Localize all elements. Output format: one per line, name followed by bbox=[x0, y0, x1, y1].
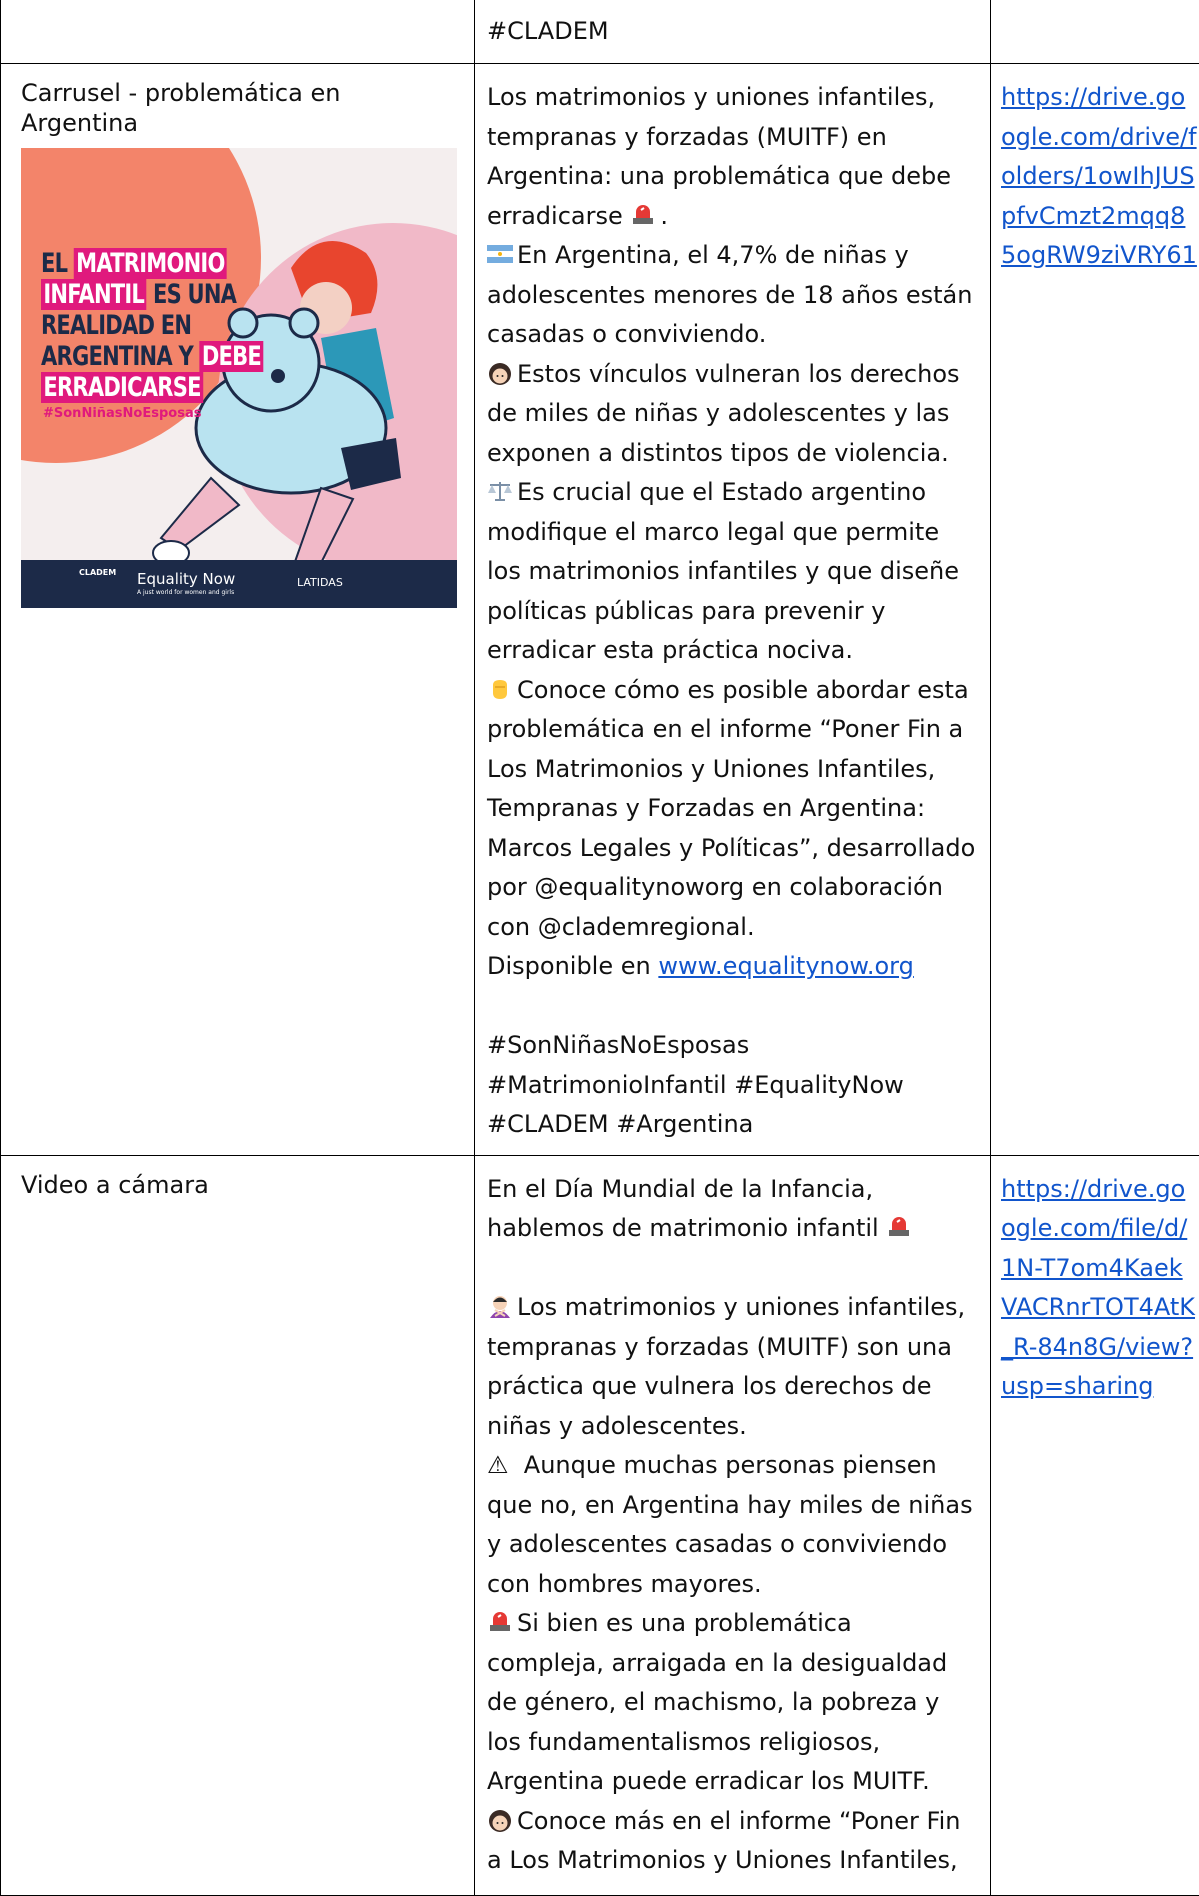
table-row: Carrusel - problemática en Argentina bbox=[1, 64, 1199, 1156]
table-cell[interactable]: Video a cámara bbox=[1, 1155, 475, 1895]
girl-icon bbox=[487, 361, 513, 385]
drive-folder-link[interactable]: https://drive.google.com/drive/folders/1… bbox=[1001, 83, 1197, 269]
row-title: Video a cámara bbox=[21, 1170, 460, 1200]
table-cell[interactable]: https://drive.google.com/file/d/1N-T7om4… bbox=[991, 1155, 1199, 1895]
row-title: Carrusel - problemática en Argentina bbox=[21, 78, 460, 138]
headline-text: REALIDAD EN bbox=[41, 310, 191, 341]
paragraph: Si bien es una problemática compleja, ar… bbox=[487, 1609, 955, 1795]
paragraph: Los matrimonios y uniones infantiles, te… bbox=[487, 1293, 973, 1440]
drive-file-link[interactable]: https://drive.google.com/file/d/1N-T7om4… bbox=[1001, 1175, 1195, 1401]
raised-fist-icon bbox=[487, 677, 513, 701]
latidas-logo: LATIDAS bbox=[297, 576, 343, 589]
paragraph: En el Día Mundial de la Infancia, hablem… bbox=[487, 1175, 881, 1243]
logo-footer: CLADEM Equality Now A just world for wom… bbox=[21, 560, 457, 608]
table-cell[interactable]: Carrusel - problemática en Argentina bbox=[1, 64, 475, 1156]
paragraph: Estos vínculos vulneran los derechos de … bbox=[487, 360, 967, 467]
headline-text: ES UNA bbox=[146, 279, 236, 310]
headline-highlight: MATRIMONIO bbox=[74, 248, 227, 279]
equality-now-logo: Equality Now bbox=[137, 570, 235, 588]
headline-highlight: DEBE bbox=[199, 341, 263, 372]
table-cell[interactable]: Los matrimonios y uniones infantiles, te… bbox=[475, 64, 991, 1156]
cladem-logo: CLADEM bbox=[79, 568, 116, 577]
paragraph: Los matrimonios y uniones infantiles, te… bbox=[487, 83, 959, 230]
carousel-thumbnail[interactable]: EL MATRIMONIO INFANTIL ES UNA REALIDAD E… bbox=[21, 148, 457, 608]
post-copy: Los matrimonios y uniones infantiles, te… bbox=[487, 78, 976, 1145]
table-cell[interactable] bbox=[1, 0, 475, 64]
carousel-headline: EL MATRIMONIO INFANTIL ES UNA REALIDAD E… bbox=[41, 248, 263, 403]
paragraph-end: . bbox=[660, 202, 668, 230]
siren-icon bbox=[630, 203, 656, 227]
headline-highlight: ERRADICARSE bbox=[41, 372, 203, 403]
siren-icon bbox=[886, 1215, 912, 1239]
woman-gesturing-no-icon bbox=[487, 1294, 513, 1318]
siren-icon bbox=[487, 1610, 513, 1634]
table-cell[interactable]: https://drive.google.com/drive/folders/1… bbox=[991, 64, 1199, 1156]
paragraph: Disponible en bbox=[487, 952, 658, 980]
equality-now-tagline: A just world for women and girls bbox=[137, 589, 234, 596]
paragraph: Aunque muchas personas piensen que no, e… bbox=[487, 1451, 980, 1598]
hashtag-text: #CLADEM bbox=[487, 12, 976, 52]
equalitynow-link[interactable]: www.equalitynow.org bbox=[658, 952, 914, 980]
table-row: Video a cámara En el Día Mundial de la I… bbox=[1, 1155, 1199, 1895]
paragraph: Conoce más en el informe “Poner Fin a Lo… bbox=[487, 1807, 968, 1875]
headline-text: EL bbox=[41, 248, 74, 279]
headline-text: ARGENTINA Y bbox=[41, 341, 199, 372]
table-cell[interactable]: #CLADEM bbox=[475, 0, 991, 64]
hashtags: #SonNiñasNoEsposas #MatrimonioInfantil #… bbox=[487, 1031, 911, 1138]
argentina-flag-icon bbox=[487, 242, 513, 266]
paragraph: Es crucial que el Estado argentino modif… bbox=[487, 478, 967, 664]
warning-icon: ⚠ bbox=[487, 1451, 509, 1479]
table-cell[interactable] bbox=[991, 0, 1199, 64]
headline-highlight: INFANTIL bbox=[41, 279, 146, 310]
girl-icon bbox=[487, 1808, 513, 1832]
post-copy: En el Día Mundial de la Infancia, hablem… bbox=[487, 1170, 976, 1881]
carousel-hashtag: #SonNiñasNoEsposas bbox=[43, 406, 201, 421]
paragraph: Conoce cómo es posible abordar esta prob… bbox=[487, 676, 983, 941]
table-cell[interactable]: En el Día Mundial de la Infancia, hablem… bbox=[475, 1155, 991, 1895]
scales-icon bbox=[487, 479, 513, 503]
paragraph: En Argentina, el 4,7% de niñas y adolesc… bbox=[487, 241, 980, 348]
content-table: #CLADEM Carrusel - problemática en Argen… bbox=[0, 0, 1199, 1896]
table-row: #CLADEM bbox=[1, 0, 1199, 64]
